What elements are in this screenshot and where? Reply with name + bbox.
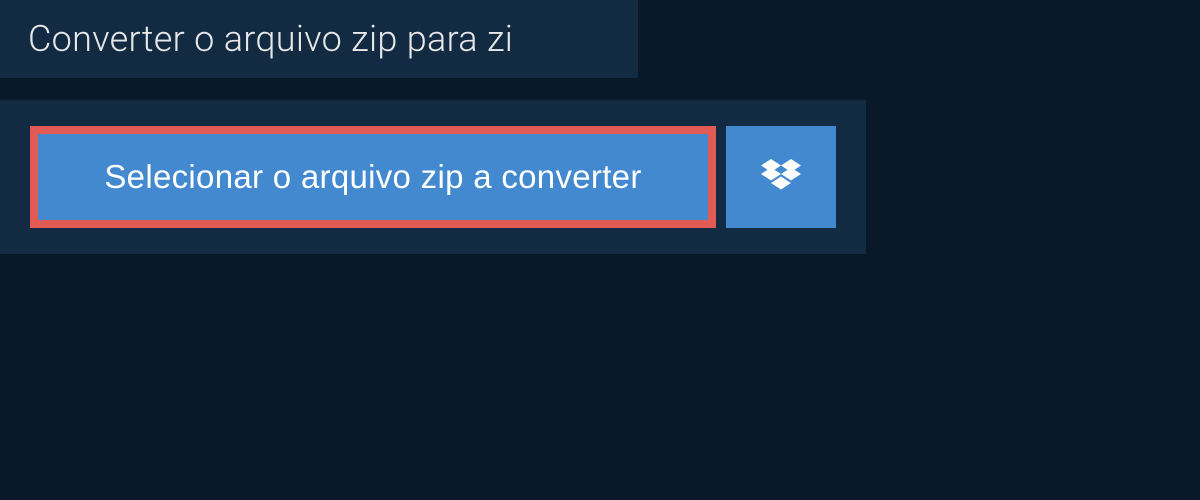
select-file-label: Selecionar o arquivo zip a converter	[104, 158, 641, 196]
main-container: Converter o arquivo zip para zi Selecion…	[0, 0, 1200, 254]
select-file-button[interactable]: Selecionar o arquivo zip a converter	[30, 126, 716, 228]
page-title: Converter o arquivo zip para zi	[28, 18, 610, 60]
dropbox-button[interactable]	[726, 126, 836, 228]
dropbox-icon	[761, 159, 801, 195]
header-bar: Converter o arquivo zip para zi	[0, 0, 638, 78]
upload-panel: Selecionar o arquivo zip a converter	[0, 100, 866, 254]
